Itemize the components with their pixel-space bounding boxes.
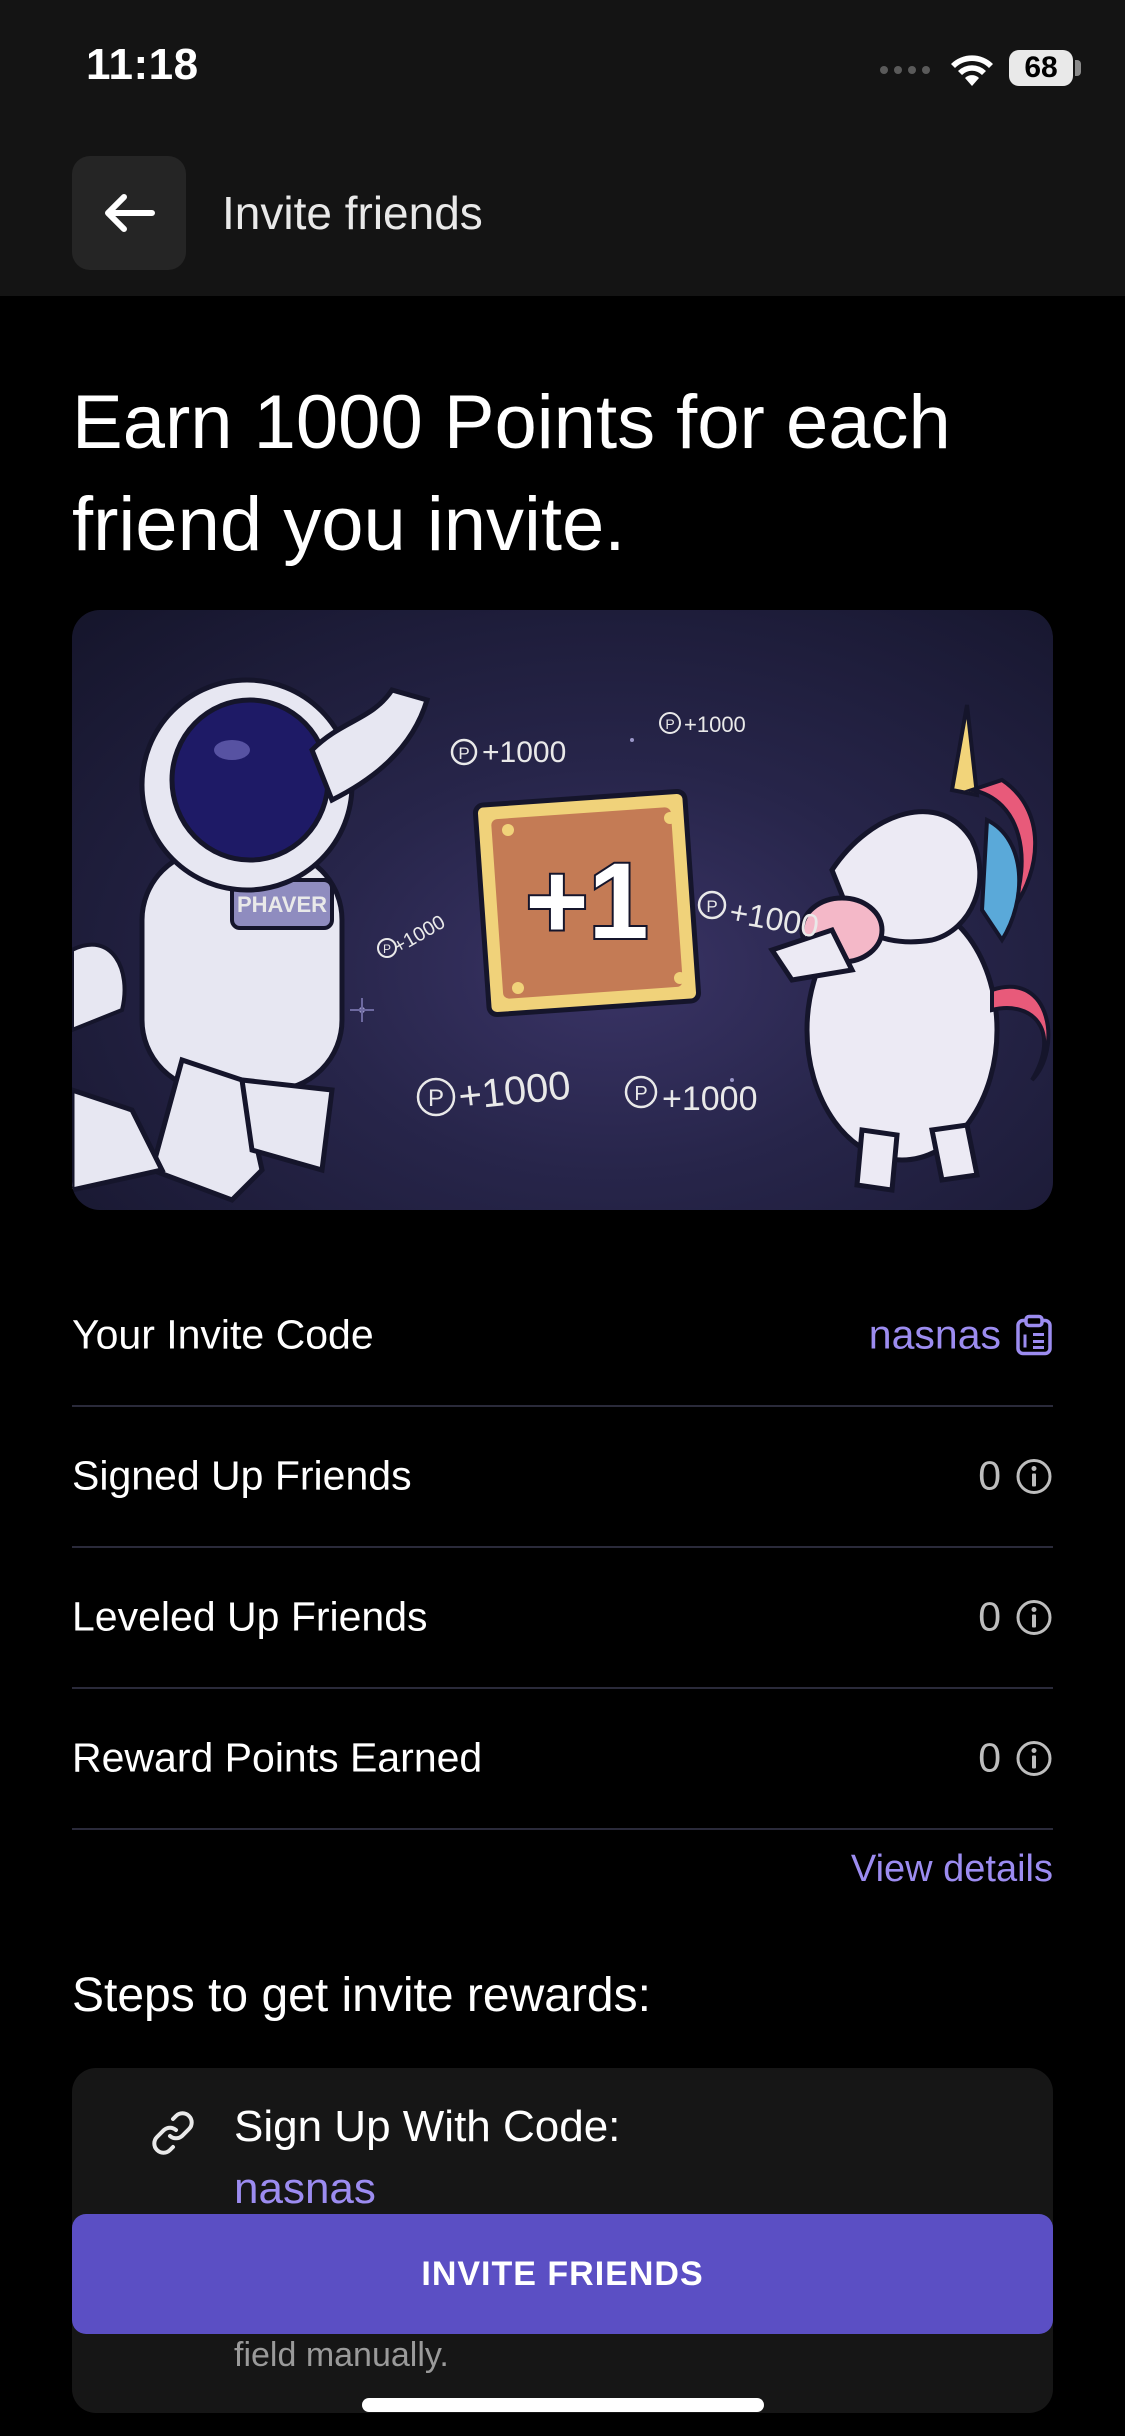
svg-text:P: P	[665, 716, 674, 732]
invite-code-value: nasnas	[868, 1311, 1001, 1358]
link-icon	[152, 2111, 194, 2155]
point-token: +1000	[684, 712, 746, 737]
plus-one-crate: +1	[472, 788, 702, 1018]
battery-tip	[1075, 60, 1081, 76]
invite-friends-button[interactable]: INVITE FRIENDS	[72, 2214, 1053, 2334]
status-time: 11:18	[86, 40, 199, 89]
step-title: Sign Up With Code:	[234, 2102, 621, 2151]
wifi-icon	[951, 55, 993, 86]
astronaut-figure: PHAVER	[72, 677, 431, 1203]
astronaut-patch: PHAVER	[237, 892, 327, 917]
info-icon[interactable]	[1015, 1739, 1053, 1777]
svg-text:P: P	[383, 942, 391, 956]
svg-text:P: P	[458, 744, 469, 763]
page-headline: Earn 1000 Points for each friend you inv…	[72, 380, 951, 567]
stat-row-signed-up: Signed Up Friends 0	[72, 1406, 1053, 1548]
unicorn-figure	[768, 704, 1051, 1193]
nav-title: Invite friends	[222, 187, 483, 239]
battery-indicator: 68	[1009, 50, 1073, 86]
hero-illustration: PHAVER +1 P +1000 P +1000 P +1000 P +100…	[72, 610, 1053, 1210]
point-token: +1000	[727, 893, 822, 944]
stat-value: 0	[978, 1593, 1001, 1640]
svg-text:P: P	[428, 1085, 444, 1112]
nav-bar: Invite friends	[0, 140, 1125, 296]
invite-code-copy[interactable]: nasnas	[869, 1312, 1053, 1359]
info-icon[interactable]	[1015, 1598, 1053, 1636]
step-note: field manually.	[234, 2336, 449, 2374]
stat-value: 0	[978, 1452, 1001, 1499]
step-invite-code: nasnas	[234, 2164, 376, 2213]
hero-artwork: PHAVER +1 P +1000 P +1000 P +1000 P +100…	[72, 677, 1051, 1203]
back-button[interactable]	[72, 156, 186, 270]
steps-title: Steps to get invite rewards:	[72, 1969, 651, 2022]
clipboard-icon[interactable]	[1015, 1314, 1053, 1356]
point-token: +1000	[662, 1080, 758, 1118]
point-token: +1000	[456, 1063, 572, 1119]
cellular-signal-icon	[880, 66, 930, 74]
stat-value: 0	[978, 1734, 1001, 1781]
view-details-link[interactable]: View details	[851, 1848, 1053, 1891]
crate-badge: +1	[525, 840, 648, 961]
stat-row-leveled-up: Leveled Up Friends 0	[72, 1547, 1053, 1689]
point-token: +1000	[482, 736, 566, 769]
point-token: +1000	[390, 911, 450, 958]
svg-text:P: P	[706, 897, 717, 916]
stat-label: Signed Up Friends	[72, 1452, 412, 1499]
stat-label: Reward Points Earned	[72, 1734, 483, 1781]
svg-text:P: P	[634, 1083, 647, 1105]
status-bar: 11:18 68	[0, 0, 1125, 140]
back-arrow-icon	[105, 194, 155, 232]
info-icon[interactable]	[1015, 1457, 1053, 1495]
invite-code-label: Your Invite Code	[72, 1311, 374, 1358]
home-indicator	[362, 2398, 764, 2412]
stat-row-reward-points: Reward Points Earned 0	[72, 1688, 1053, 1830]
invite-code-row: Your Invite Code nasnas	[72, 1265, 1053, 1407]
stat-label: Leveled Up Friends	[72, 1593, 428, 1640]
